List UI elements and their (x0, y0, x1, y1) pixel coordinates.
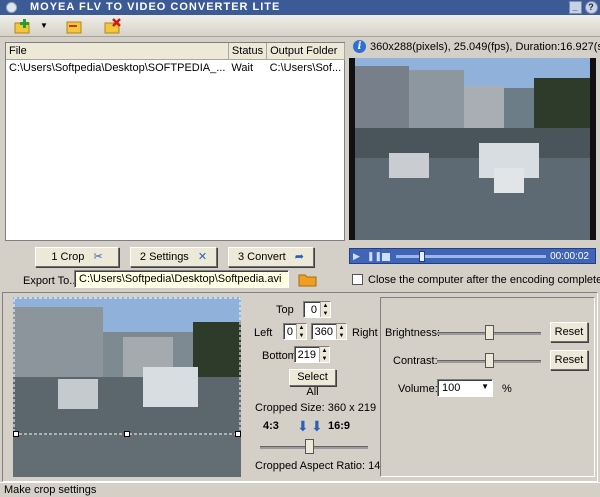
help-button[interactable]: ? (585, 1, 598, 14)
seek-thumb[interactable] (419, 251, 426, 262)
export-path-text: C:\Users\Softpedia\Desktop\Softpedia.avi (79, 273, 282, 285)
close-computer-label: Close the computer after the encoding co… (368, 274, 600, 286)
info-icon: i (353, 40, 366, 53)
bottom-label: Bottom (262, 350, 297, 362)
file-cell: C:\Users\Softpedia\Desktop\SOFTPEDIA_... (9, 62, 226, 74)
close-computer-checkbox[interactable] (352, 274, 363, 285)
status-bar: Make crop settings (0, 482, 600, 497)
video-info: 360x288(pixels), 25.049(fps), Duration:1… (370, 41, 600, 53)
down-arrow-icon[interactable]: ⬇ (311, 418, 323, 435)
spinner-arrows-icon[interactable]: ▲ ▼ (319, 347, 329, 362)
crop-handle[interactable] (13, 431, 19, 437)
add-file-icon[interactable] (14, 18, 32, 34)
chevron-down-icon[interactable]: ▼ (481, 382, 489, 391)
top-spinner[interactable]: 0 ▲ ▼ (303, 301, 331, 318)
select-all-button[interactable]: Select All (289, 369, 336, 398)
convert-step-button[interactable]: 3 Convert ➦ (228, 247, 314, 267)
column-header-output-folder[interactable]: Output Folder (266, 43, 345, 60)
left-label: Left (254, 327, 273, 339)
output-cell: C:\Users\Sof... (269, 62, 342, 74)
crop-handle[interactable] (124, 431, 130, 437)
top-label: Top (276, 304, 294, 316)
top-value: 0 (310, 304, 317, 316)
left-value: 0 (286, 326, 293, 338)
column-header-status[interactable]: Status (228, 43, 268, 60)
dropdown-icon[interactable]: ▼ (40, 18, 48, 34)
convert-step-label: 3 Convert (238, 251, 286, 263)
contrast-reset-button[interactable]: Reset (550, 350, 588, 370)
ratio-16-9-label: 16:9 (328, 420, 351, 432)
contrast-thumb[interactable] (484, 353, 494, 368)
brightness-label: Brightness: (385, 327, 441, 339)
column-header-file[interactable]: File (6, 43, 229, 60)
open-folder-icon[interactable] (66, 18, 84, 34)
playback-time: 00:00:02 (550, 251, 589, 262)
aspect-ratio-slider[interactable] (260, 446, 368, 449)
brightness-reset-button[interactable]: Reset (550, 322, 588, 342)
settings-step-label: 2 Settings (139, 251, 189, 263)
status-cell: Wait (231, 62, 254, 74)
preview-video (349, 58, 596, 240)
right-label: Right (352, 327, 378, 339)
bottom-value: 219 (297, 349, 316, 361)
spinner-arrows-icon[interactable]: ▲ ▼ (336, 324, 346, 339)
brightness-thumb[interactable] (484, 325, 494, 340)
play-icon[interactable]: ▶ (353, 251, 360, 262)
volume-value: 100 (442, 382, 461, 394)
ratio-4-3-label: 4:3 (263, 420, 279, 432)
toolbar: ▼ (0, 15, 600, 37)
pause-icon[interactable]: ❚❚ (367, 251, 382, 262)
aspect-ratio-thumb[interactable] (304, 439, 314, 454)
cropped-size: Cropped Size: 360 x 219 (255, 402, 377, 414)
spinner-arrows-icon[interactable]: ▲ ▼ (320, 302, 330, 317)
right-spinner[interactable]: 360 ▲ ▼ (311, 323, 347, 340)
player-controls: ▶ ❚❚ 00:00:02 (349, 248, 596, 264)
app-title: MOYEA FLV TO VIDEO CONVERTER LITE (30, 1, 281, 13)
scissors-icon: ✂ (93, 251, 103, 263)
volume-unit: % (502, 383, 512, 395)
app-icon (6, 2, 17, 13)
settings-step-button[interactable]: 2 Settings ✕ (130, 247, 217, 267)
down-arrow-icon[interactable]: ⬇ (297, 418, 309, 435)
contrast-label: Contrast: (393, 355, 438, 367)
remove-file-icon[interactable] (104, 18, 122, 34)
crop-step-button[interactable]: 1 Crop ✂ (35, 247, 119, 267)
crop-step-label: 1 Crop (51, 251, 85, 263)
status-text: Make crop settings (4, 484, 97, 496)
forward-arrow-icon: ➦ (294, 251, 304, 263)
volume-label: Volume: (398, 383, 438, 395)
volume-select[interactable]: 100 ▼ (437, 379, 493, 397)
cropped-aspect-ratio: Cropped Aspect Ratio: 14.8:9.0 (255, 460, 380, 472)
export-label: Export To... (23, 275, 79, 287)
table-row[interactable]: C:\Users\Softpedia\Desktop\SOFTPEDIA_...… (6, 60, 344, 77)
crop-preview (13, 297, 241, 477)
export-path-field[interactable]: C:\Users\Softpedia\Desktop\Softpedia.avi (74, 270, 289, 288)
crop-handle[interactable] (235, 431, 241, 437)
minimize-button[interactable]: _ (569, 1, 582, 14)
title-bar: MOYEA FLV TO VIDEO CONVERTER LITE _ ? (0, 0, 600, 15)
browse-folder-icon[interactable] (298, 271, 318, 290)
file-list[interactable]: File Status Output Folder C:\Users\Softp… (5, 42, 345, 241)
left-spinner[interactable]: 0 ▲ ▼ (283, 323, 307, 340)
spinner-arrows-icon[interactable]: ▲ ▼ (296, 324, 306, 339)
right-value: 360 (314, 326, 333, 338)
bottom-spinner[interactable]: 219 ▲ ▼ (294, 346, 330, 363)
stop-icon[interactable] (382, 253, 390, 261)
tools-icon: ✕ (197, 251, 208, 263)
